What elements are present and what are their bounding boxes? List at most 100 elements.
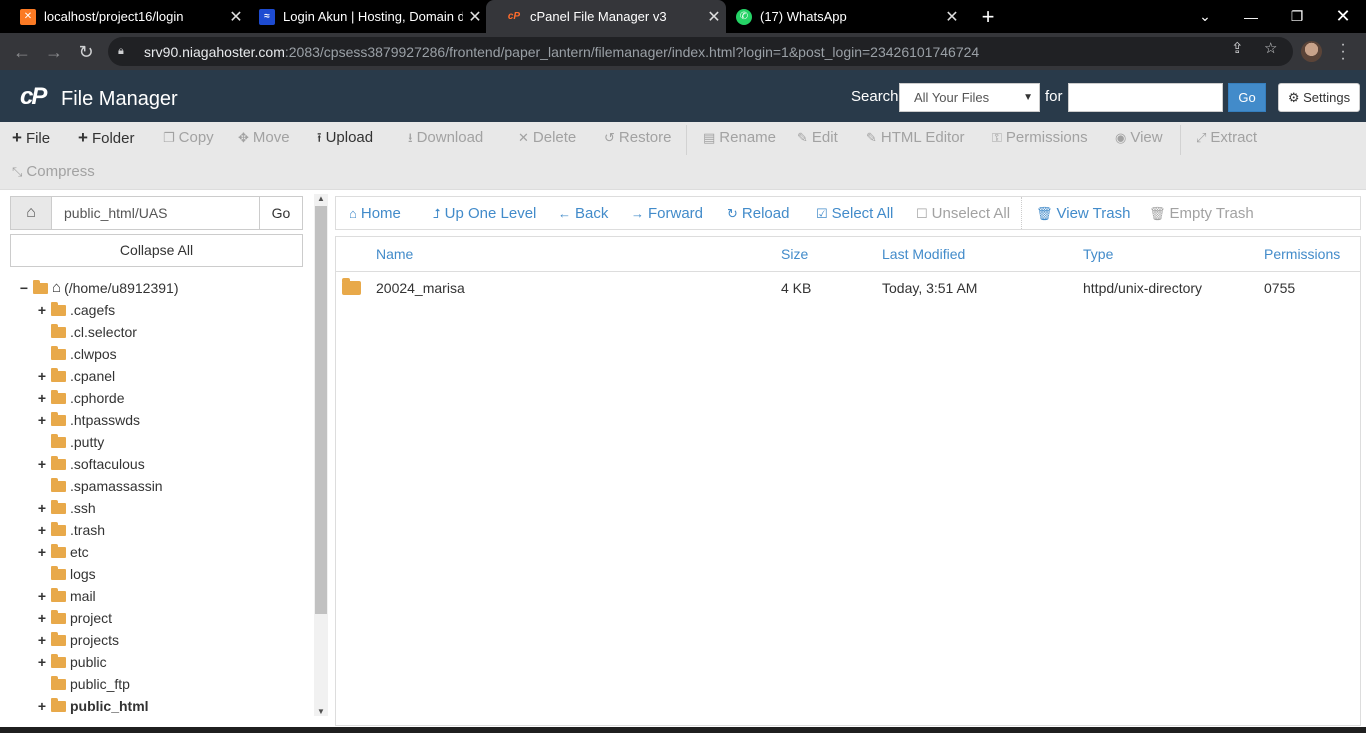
table-row[interactable]: 20024_marisa 4 KB Today, 3:51 AM httpd/u… bbox=[336, 273, 1360, 303]
scroll-down-icon[interactable]: ▼ bbox=[317, 707, 325, 716]
url-field[interactable]: 🔒︎ srv90.niagahoster.com :2083/cpsess387… bbox=[108, 37, 1293, 66]
download-button[interactable]: ⭳ Download bbox=[408, 123, 483, 153]
restore-button[interactable]: ❐ bbox=[1274, 0, 1320, 33]
path-go-button[interactable]: Go bbox=[259, 196, 303, 230]
star-icon[interactable]: ☆ bbox=[1264, 39, 1277, 57]
browser-tab-cpanel[interactable]: cP cPanel File Manager v3 ✕ bbox=[486, 0, 726, 33]
tree-root[interactable]: − ⌂ (/home/u8912391) bbox=[18, 277, 179, 299]
expand-plus-icon[interactable]: + bbox=[36, 651, 48, 673]
tree-item[interactable]: + project bbox=[36, 607, 112, 629]
search-scope-select[interactable]: All Your Files ▼ bbox=[899, 83, 1040, 112]
view-trash-button[interactable]: 🗑︎ View Trash bbox=[1036, 204, 1130, 224]
profile-avatar[interactable] bbox=[1301, 41, 1322, 62]
settings-button[interactable]: ⚙ Settings bbox=[1278, 83, 1360, 112]
expand-plus-icon[interactable]: + bbox=[36, 453, 48, 475]
forward-button[interactable]: → Forward bbox=[631, 204, 703, 224]
copy-button[interactable]: ❐ Copy bbox=[163, 123, 214, 153]
new-folder-button[interactable]: + Folder bbox=[78, 123, 134, 153]
restore-button[interactable]: ↺ Restore bbox=[604, 123, 671, 153]
expand-plus-icon[interactable]: + bbox=[36, 695, 48, 717]
expand-plus-icon[interactable]: + bbox=[36, 299, 48, 321]
collapse-all-button[interactable]: Collapse All bbox=[10, 234, 303, 267]
extract-button[interactable]: ⤢ Extract bbox=[1196, 123, 1257, 153]
tree-item[interactable]: + .trash bbox=[36, 519, 105, 541]
search-input[interactable] bbox=[1068, 83, 1223, 112]
column-permissions[interactable]: Permissions bbox=[1264, 246, 1340, 262]
browser-tab-niagahoster[interactable]: ≈ Login Akun | Hosting, Domain dan ✕ bbox=[239, 0, 487, 33]
expand-plus-icon[interactable]: + bbox=[36, 365, 48, 387]
edit-button[interactable]: ✎ Edit bbox=[797, 123, 838, 153]
tree-item[interactable]: + .cphorde bbox=[36, 387, 124, 409]
tree-item[interactable]: .clwpos bbox=[36, 343, 117, 365]
permissions-button[interactable]: ⚿ Permissions bbox=[992, 123, 1088, 153]
scrollbar-thumb[interactable] bbox=[315, 206, 327, 614]
tree-item[interactable]: + mail bbox=[36, 585, 96, 607]
column-last-modified[interactable]: Last Modified bbox=[882, 246, 965, 262]
new-tab-button[interactable]: + bbox=[976, 4, 1000, 30]
minimize-button[interactable]: — bbox=[1228, 0, 1274, 33]
forward-arrow-icon[interactable]: → bbox=[41, 39, 67, 65]
search-go-button[interactable]: Go bbox=[1228, 83, 1266, 112]
reload-button[interactable]: ↻ Reload bbox=[727, 204, 789, 224]
unselect-all-button[interactable]: ☐ Unselect All bbox=[916, 204, 1010, 224]
select-all-button[interactable]: ☑ Select All bbox=[816, 204, 893, 224]
column-type[interactable]: Type bbox=[1083, 246, 1113, 262]
view-button[interactable]: ◉ View bbox=[1115, 123, 1163, 153]
button-label: Back bbox=[575, 205, 609, 222]
tree-item[interactable]: + public bbox=[36, 651, 107, 673]
upload-button[interactable]: ⭱ Upload bbox=[317, 123, 373, 153]
html-editor-button[interactable]: ✎ HTML Editor bbox=[866, 123, 965, 153]
back-button[interactable]: ← Back bbox=[558, 204, 608, 224]
move-button[interactable]: ✥ Move bbox=[238, 123, 290, 153]
tree-item[interactable]: + .cpanel bbox=[36, 365, 115, 387]
tree-item[interactable]: .cl.selector bbox=[36, 321, 137, 343]
tree-item[interactable]: + .htpasswds bbox=[36, 409, 140, 431]
close-icon[interactable]: ✕ bbox=[940, 7, 964, 27]
tree-item[interactable]: + .cagefs bbox=[36, 299, 115, 321]
expand-plus-icon[interactable]: + bbox=[36, 519, 48, 541]
column-size[interactable]: Size bbox=[781, 246, 808, 262]
empty-trash-button[interactable]: 🗑︎ Empty Trash bbox=[1149, 204, 1254, 224]
tab-search-icon[interactable]: ⌄ bbox=[1182, 0, 1228, 33]
browser-tab-localhost[interactable]: ✕ localhost/project16/login ✕ bbox=[0, 0, 248, 33]
scroll-up-icon[interactable]: ▲ bbox=[317, 194, 325, 203]
tree-item[interactable]: .putty bbox=[36, 431, 104, 453]
expand-plus-icon[interactable]: + bbox=[36, 409, 48, 431]
file-size: 4 KB bbox=[781, 280, 812, 296]
collapse-minus-icon[interactable]: − bbox=[18, 277, 30, 299]
close-icon[interactable]: ✕ bbox=[463, 7, 487, 27]
home-icon[interactable]: ⌂ bbox=[10, 196, 51, 230]
tree-item[interactable]: + .softaculous bbox=[36, 453, 145, 475]
menu-kebab-icon[interactable]: · · · bbox=[1336, 37, 1350, 67]
tree-item[interactable]: + projects bbox=[36, 629, 119, 651]
back-arrow-icon[interactable]: ← bbox=[9, 39, 35, 65]
compress-button[interactable]: ⤡ Compress bbox=[12, 157, 95, 187]
tree-scrollbar[interactable]: ▲ ▼ bbox=[314, 194, 328, 716]
share-icon[interactable]: ⇪ bbox=[1231, 39, 1244, 57]
tree-item[interactable]: + etc bbox=[36, 541, 89, 563]
up-one-level-button[interactable]: ⮥ Up One Level bbox=[433, 204, 536, 224]
expand-plus-icon[interactable]: + bbox=[36, 541, 48, 563]
tree-item[interactable]: + public_html bbox=[36, 695, 149, 717]
close-window-button[interactable]: ✕ bbox=[1320, 0, 1366, 33]
new-file-button[interactable]: + File bbox=[12, 123, 50, 153]
tree-item[interactable]: .spamassassin bbox=[36, 475, 163, 497]
path-input[interactable]: public_html/UAS bbox=[51, 196, 260, 230]
file-name[interactable]: 20024_marisa bbox=[376, 280, 465, 296]
tree-item-label: public_ftp bbox=[70, 676, 130, 692]
nav-home-button[interactable]: ⌂ Home bbox=[349, 204, 401, 224]
reload-icon[interactable]: ↻ bbox=[73, 39, 99, 65]
expand-plus-icon[interactable]: + bbox=[36, 607, 48, 629]
tree-item[interactable]: logs bbox=[36, 563, 96, 585]
browser-tab-whatsapp[interactable]: ✆ (17) WhatsApp ✕ bbox=[716, 0, 964, 33]
tree-item[interactable]: public_ftp bbox=[36, 673, 130, 695]
expand-plus-icon[interactable]: + bbox=[36, 629, 48, 651]
expand-plus-icon[interactable]: + bbox=[36, 585, 48, 607]
expand-plus-icon[interactable]: + bbox=[36, 387, 48, 409]
cpanel-logo[interactable]: cP bbox=[20, 85, 47, 109]
delete-button[interactable]: ✕ Delete bbox=[518, 123, 576, 153]
tree-item[interactable]: + .ssh bbox=[36, 497, 96, 519]
expand-plus-icon[interactable]: + bbox=[36, 497, 48, 519]
rename-button[interactable]: ▤ Rename bbox=[703, 123, 776, 153]
column-name[interactable]: Name bbox=[376, 246, 413, 262]
